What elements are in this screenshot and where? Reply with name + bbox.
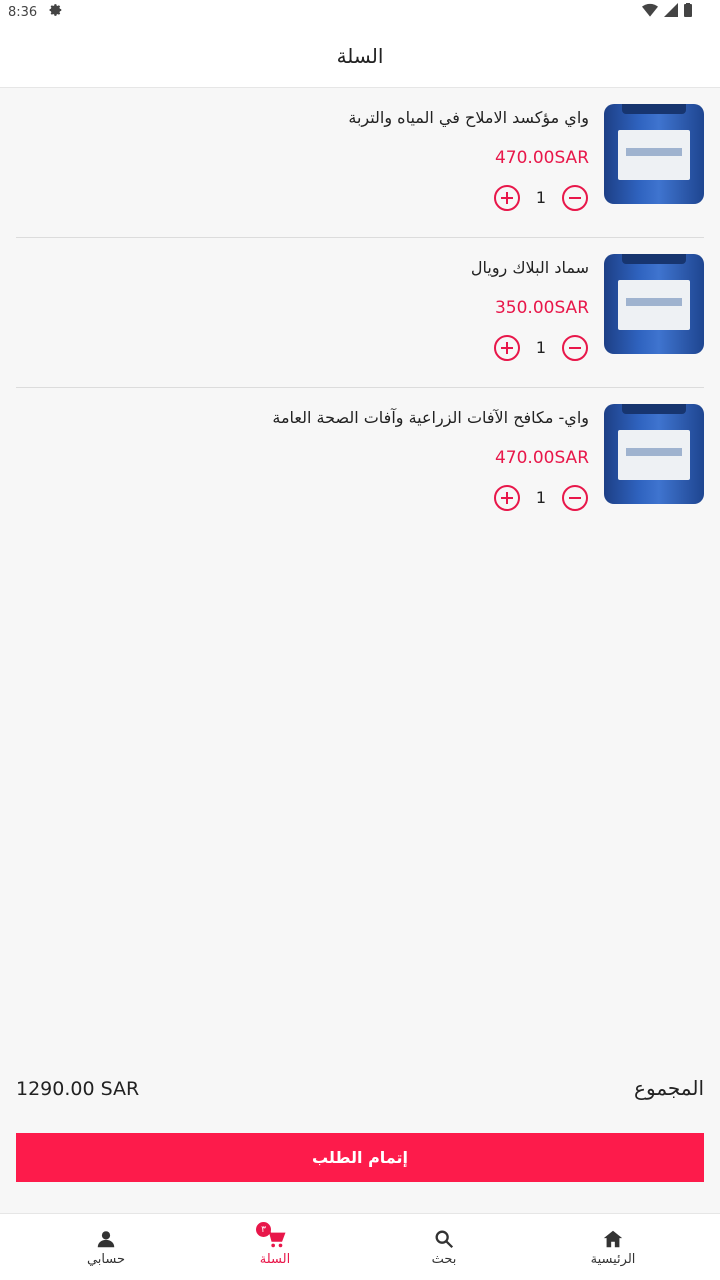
cart-item: سماد البلاك رويال 350.00SAR 1 <box>16 238 704 388</box>
battery-icon <box>684 3 692 21</box>
nav-item-cart[interactable]: ٣ السلة <box>215 1214 335 1280</box>
product-price: 470.00SAR <box>494 448 589 468</box>
checkout-button[interactable]: إتمام الطلب <box>16 1133 704 1182</box>
decrease-quantity-button[interactable] <box>562 485 588 511</box>
status-left: 8:36 <box>8 3 63 21</box>
quantity-value: 1 <box>535 488 547 507</box>
quantity-stepper: 1 <box>494 335 588 361</box>
nav-label-search: بحث <box>431 1252 457 1267</box>
home-icon <box>602 1228 624 1250</box>
nav-label-cart: السلة <box>259 1252 291 1267</box>
increase-quantity-button[interactable] <box>494 335 520 361</box>
quantity-value: 1 <box>535 338 547 357</box>
total-label: المجموع <box>634 1076 704 1100</box>
product-price: 470.00SAR <box>494 148 589 168</box>
increase-quantity-button[interactable] <box>494 485 520 511</box>
product-name[interactable]: واي مؤكسد الاملاح في المياه والتربة <box>348 108 589 127</box>
page-title: السلة <box>336 43 384 68</box>
cart-icon: ٣ <box>256 1222 286 1250</box>
quantity-stepper: 1 <box>494 185 588 211</box>
product-name[interactable]: واي- مكافح الآفات الزراعية وآفات الصحة ا… <box>272 408 589 427</box>
nav-label-account: حسابي <box>86 1252 126 1267</box>
cart-item: واي مؤكسد الاملاح في المياه والتربة 470.… <box>16 88 704 238</box>
product-image[interactable] <box>604 254 704 354</box>
signal-icon <box>664 3 678 21</box>
increase-quantity-button[interactable] <box>494 185 520 211</box>
nav-label-home: الرئيسية <box>590 1252 636 1267</box>
product-name[interactable]: سماد البلاك رويال <box>471 258 589 277</box>
person-icon <box>95 1228 117 1250</box>
nav-item-home[interactable]: الرئيسية <box>553 1214 673 1280</box>
total-amount: 1290.00 SAR <box>16 1078 140 1100</box>
status-time: 8:36 <box>8 4 38 20</box>
product-image[interactable] <box>604 404 704 504</box>
cart-count-badge: ٣ <box>256 1222 271 1237</box>
product-image[interactable] <box>604 104 704 204</box>
wifi-icon <box>642 3 658 21</box>
app-bar: السلة <box>0 24 720 88</box>
nav-item-account[interactable]: حسابي <box>46 1214 166 1280</box>
cart-item: واي- مكافح الآفات الزراعية وآفات الصحة ا… <box>16 388 704 538</box>
search-icon <box>433 1228 455 1250</box>
checkout-button-label: إتمام الطلب <box>311 1148 409 1167</box>
quantity-stepper: 1 <box>494 485 588 511</box>
quantity-value: 1 <box>535 188 547 207</box>
status-bar: 8:36 <box>0 0 720 24</box>
total-row: 1290.00 SAR المجموع <box>16 1076 704 1108</box>
settings-icon <box>49 3 63 21</box>
status-right <box>642 3 692 21</box>
product-price: 350.00SAR <box>494 298 589 318</box>
cart-list: واي مؤكسد الاملاح في المياه والتربة 470.… <box>0 88 720 538</box>
decrease-quantity-button[interactable] <box>562 185 588 211</box>
decrease-quantity-button[interactable] <box>562 335 588 361</box>
bottom-nav: الرئيسية بحث ٣ السلة حسابي <box>0 1213 720 1280</box>
nav-item-search[interactable]: بحث <box>384 1214 504 1280</box>
